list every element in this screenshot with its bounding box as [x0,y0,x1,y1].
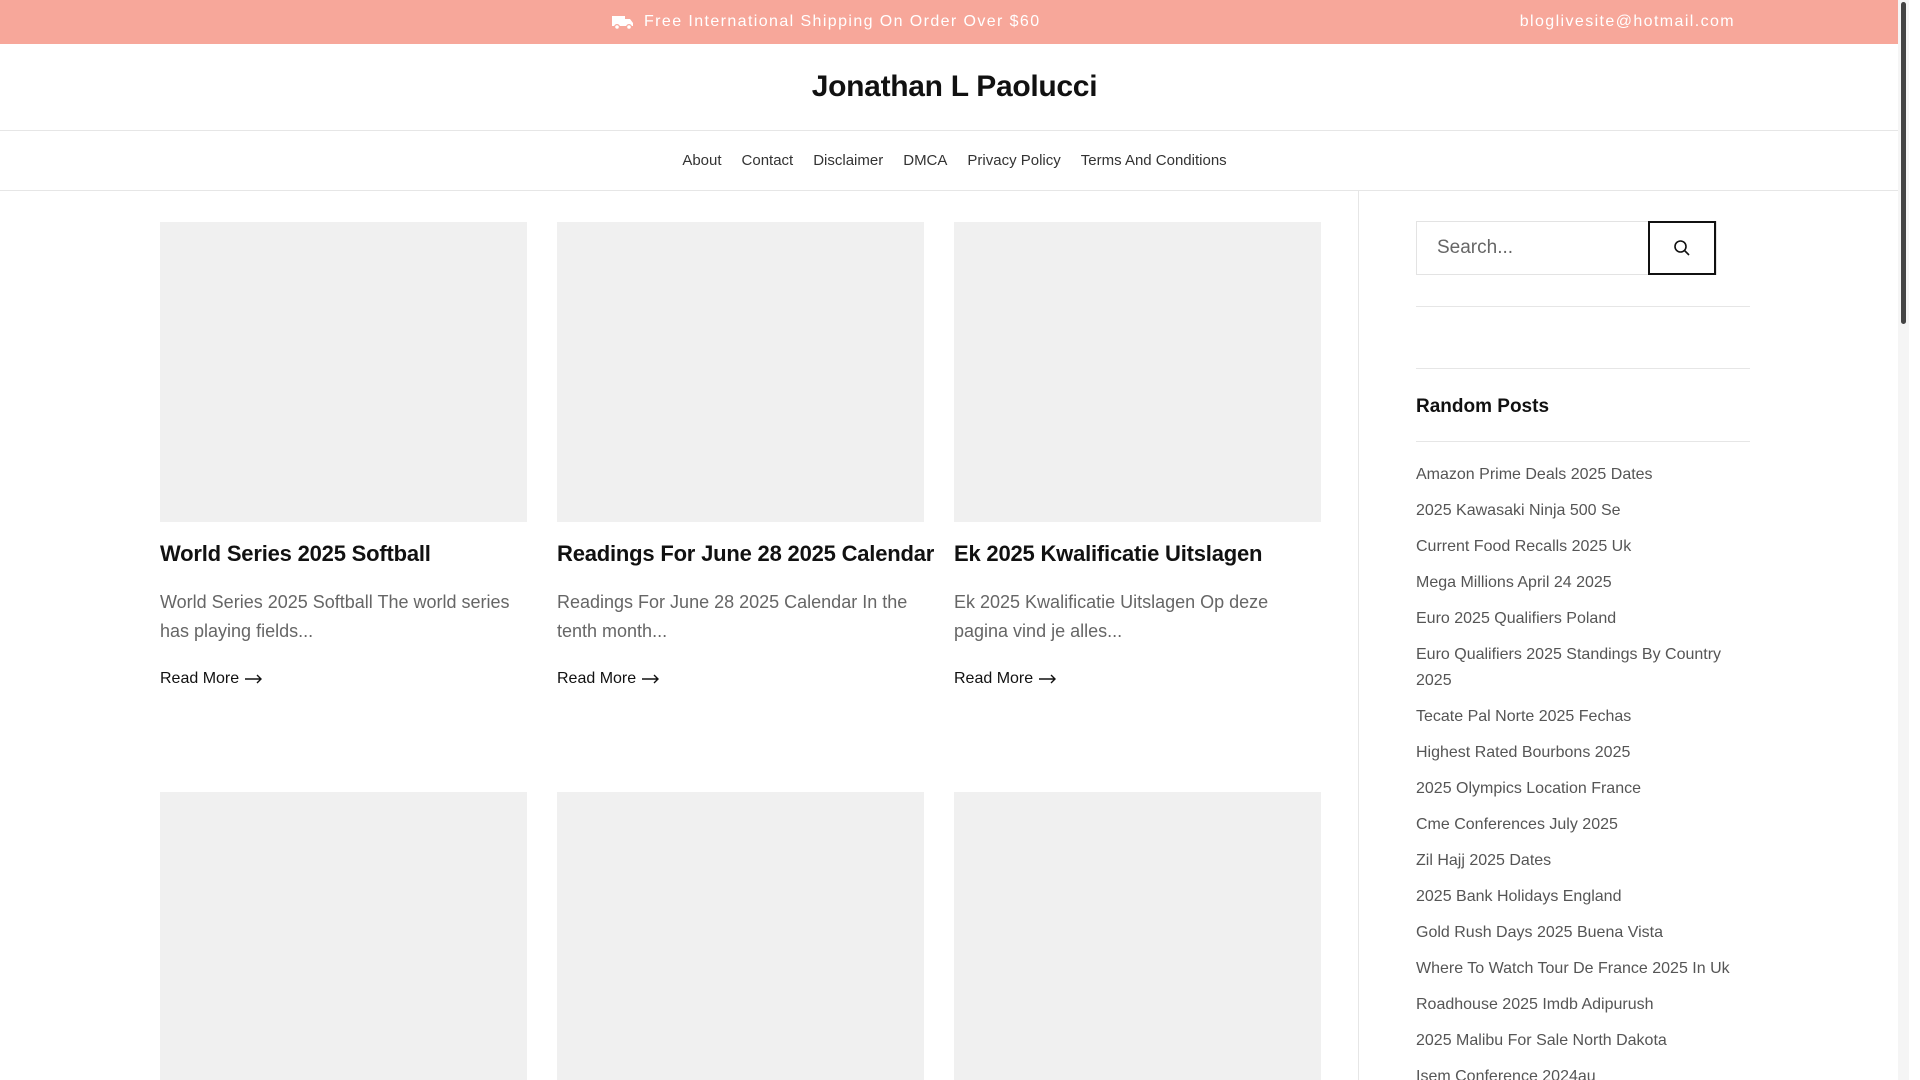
read-more-label: Read More [954,670,1034,687]
random-post-link[interactable]: Current Food Recalls 2025 Uk [1416,534,1750,560]
random-post-link[interactable]: Zil Hajj 2025 Dates [1416,848,1750,874]
random-post-link[interactable]: Highest Rated Bourbons 2025 [1416,740,1750,766]
shipping-notice: Free International Shipping On Order Ove… [612,0,1041,44]
random-post-link[interactable]: Amazon Prime Deals 2025 Dates [1416,462,1750,488]
random-post-link[interactable]: 2025 Bank Holidays England [1416,884,1750,910]
post-card [557,792,924,1080]
post-thumbnail[interactable] [160,222,527,522]
arrow-right-icon [642,674,660,684]
site-header: Jonathan L Paolucci [0,44,1909,131]
random-post-link[interactable]: Euro 2025 Qualifiers Poland [1416,606,1750,632]
post-thumbnail[interactable] [954,792,1321,1080]
top-announcement-bar: Free International Shipping On Order Ove… [0,0,1909,44]
main-nav: About Contact Disclaimer DMCA Privacy Po… [0,131,1909,191]
read-more-link[interactable]: Read More [557,670,924,688]
site-title[interactable]: Jonathan L Paolucci [812,70,1098,104]
scrollbar-thumb[interactable] [1901,2,1906,324]
read-more-link[interactable]: Read More [954,670,1321,688]
shipping-text: Free International Shipping On Order Ove… [644,13,1041,30]
post-title[interactable]: Ek 2025 Kwalificatie Uitslagen [954,541,1321,567]
random-post-link[interactable]: Euro Qualifiers 2025 Standings By Countr… [1416,642,1750,694]
random-post-link[interactable]: Tecate Pal Norte 2025 Fechas [1416,704,1750,730]
divider [1416,306,1750,307]
random-post-link[interactable]: 2025 Kawasaki Ninja 500 Se [1416,498,1750,524]
random-post-link[interactable]: Cme Conferences July 2025 [1416,812,1750,838]
truck-icon [612,16,633,30]
random-post-link[interactable]: Isem Conference 2024au [1416,1064,1750,1080]
post-thumbnail[interactable] [557,222,924,522]
post-card [954,792,1321,1080]
arrow-right-icon [245,674,263,684]
random-post-link[interactable]: 2025 Olympics Location France [1416,776,1750,802]
post-title[interactable]: Readings For June 28 2025 Calendar [557,541,934,567]
arrow-right-icon [1039,674,1057,684]
post-card: Readings For June 28 2025 Calendar Readi… [557,222,934,688]
post-card: World Series 2025 Softball World Series … [160,222,527,688]
nav-item-contact[interactable]: Contact [732,152,804,169]
post-excerpt: World Series 2025 Softball The world ser… [160,592,510,641]
nav-item-dmca[interactable]: DMCA [893,152,957,169]
divider [1416,441,1750,442]
nav-item-disclaimer[interactable]: Disclaimer [803,152,893,169]
scrollbar[interactable] [1898,0,1909,1080]
nav-item-privacy-policy[interactable]: Privacy Policy [957,152,1070,169]
random-posts-title: Random Posts [1416,396,1550,417]
post-thumbnail[interactable] [160,792,527,1080]
page: Free International Shipping On Order Ove… [0,0,1909,1080]
read-more-link[interactable]: Read More [160,670,527,688]
random-post-link[interactable]: Where To Watch Tour De France 2025 In Uk [1416,956,1750,982]
read-more-label: Read More [160,670,240,687]
search-icon [1674,240,1690,256]
random-posts-list: Amazon Prime Deals 2025 Dates 2025 Kawasa… [1416,462,1750,1080]
nav-item-about[interactable]: About [672,152,731,169]
sidebar-divider [1358,191,1359,1080]
search-button[interactable] [1648,221,1716,275]
random-post-link[interactable]: 2025 Malibu For Sale North Dakota [1416,1028,1750,1054]
search-placeholder: Search... [1437,237,1514,258]
contact-email-link[interactable]: bloglivesite@hotmail.com [1520,0,1735,44]
read-more-label: Read More [557,670,637,687]
post-card: Ek 2025 Kwalificatie Uitslagen Ek 2025 K… [954,222,1321,688]
divider [1416,368,1750,369]
random-post-link[interactable]: Gold Rush Days 2025 Buena Vista [1416,920,1750,946]
random-post-link[interactable]: Roadhouse 2025 Imdb Adipurush [1416,992,1750,1018]
post-title[interactable]: World Series 2025 Softball [160,541,527,567]
nav-item-terms[interactable]: Terms And Conditions [1071,152,1237,169]
post-excerpt: Readings For June 28 2025 Calendar In th… [557,592,908,641]
post-excerpt: Ek 2025 Kwalificatie Uitslagen Op deze p… [954,592,1269,641]
random-post-link[interactable]: Mega Millions April 24 2025 [1416,570,1750,596]
post-thumbnail[interactable] [954,222,1321,522]
post-thumbnail[interactable] [557,792,924,1080]
post-card [160,792,527,1080]
